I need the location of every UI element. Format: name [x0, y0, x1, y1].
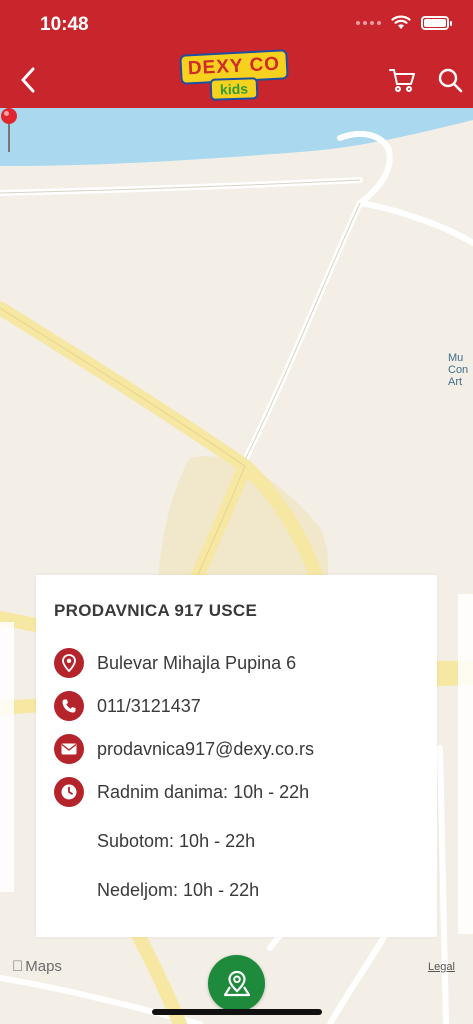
status-icons — [356, 15, 452, 30]
cellular-signal-icon — [356, 20, 381, 25]
clock-icon — [54, 777, 84, 807]
battery-icon — [421, 15, 452, 30]
phone-icon — [54, 691, 84, 721]
cart-button[interactable] — [384, 62, 420, 98]
store-phone-row[interactable]: 011/3121437 — [54, 691, 201, 721]
map-pin-icon[interactable] — [0, 108, 18, 154]
store-title: PRODAVNICA 917 USCE — [54, 601, 258, 620]
wifi-icon — [391, 15, 411, 29]
navigate-to-store-button[interactable] — [208, 955, 265, 1012]
status-time: 10:48 — [40, 14, 89, 35]
maps-attribution:  Maps — [12, 958, 62, 975]
location-icon — [54, 648, 84, 678]
store-hours-saturday: Subotom: 10h - 22h — [97, 831, 256, 851]
maps-attribution-label: Maps — [14, 958, 62, 975]
store-address: Bulevar Mihajla Pupina 6 — [97, 652, 297, 673]
map-label-museum: Mu Con Art — [448, 352, 469, 388]
store-hours-weekdays: Radnim danima: 10h - 22h — [97, 781, 310, 802]
store-hours-sunday: Nedeljom: 10h - 22h — [97, 880, 260, 900]
logo-text-bottom: kids — [209, 77, 259, 101]
store-email: prodavnica917@dexy.co.rs — [97, 738, 315, 759]
store-info-card: PRODAVNICA 917 USCE Bulevar Mihajla Pupi… — [36, 575, 437, 937]
adjacent-store-card-right[interactable] — [458, 594, 473, 934]
store-hours-row: Radnim danima: 10h - 22h — [54, 777, 309, 807]
apple-logo-icon:  — [12, 958, 23, 975]
status-bar: 10:48 — [0, 0, 473, 50]
cart-icon — [389, 69, 415, 92]
search-button[interactable] — [432, 62, 468, 98]
map-location-icon — [223, 970, 250, 996]
back-button[interactable] — [8, 60, 48, 100]
app-header: 10:48 DEXY CO kids — [0, 0, 473, 108]
store-address-row[interactable]: Bulevar Mihajla Pupina 6 — [54, 648, 296, 678]
home-indicator[interactable] — [152, 1009, 322, 1015]
back-icon — [21, 67, 35, 93]
dexy-co-kids-logo[interactable]: DEXY CO kids — [179, 49, 290, 104]
mail-icon — [54, 734, 84, 764]
legal-link[interactable]: Legal — [428, 961, 455, 973]
search-icon — [438, 68, 463, 93]
adjacent-store-card-left[interactable] — [0, 622, 14, 892]
store-phone: 011/3121437 — [97, 695, 201, 716]
store-email-row[interactable]: prodavnica917@dexy.co.rs — [54, 734, 314, 764]
